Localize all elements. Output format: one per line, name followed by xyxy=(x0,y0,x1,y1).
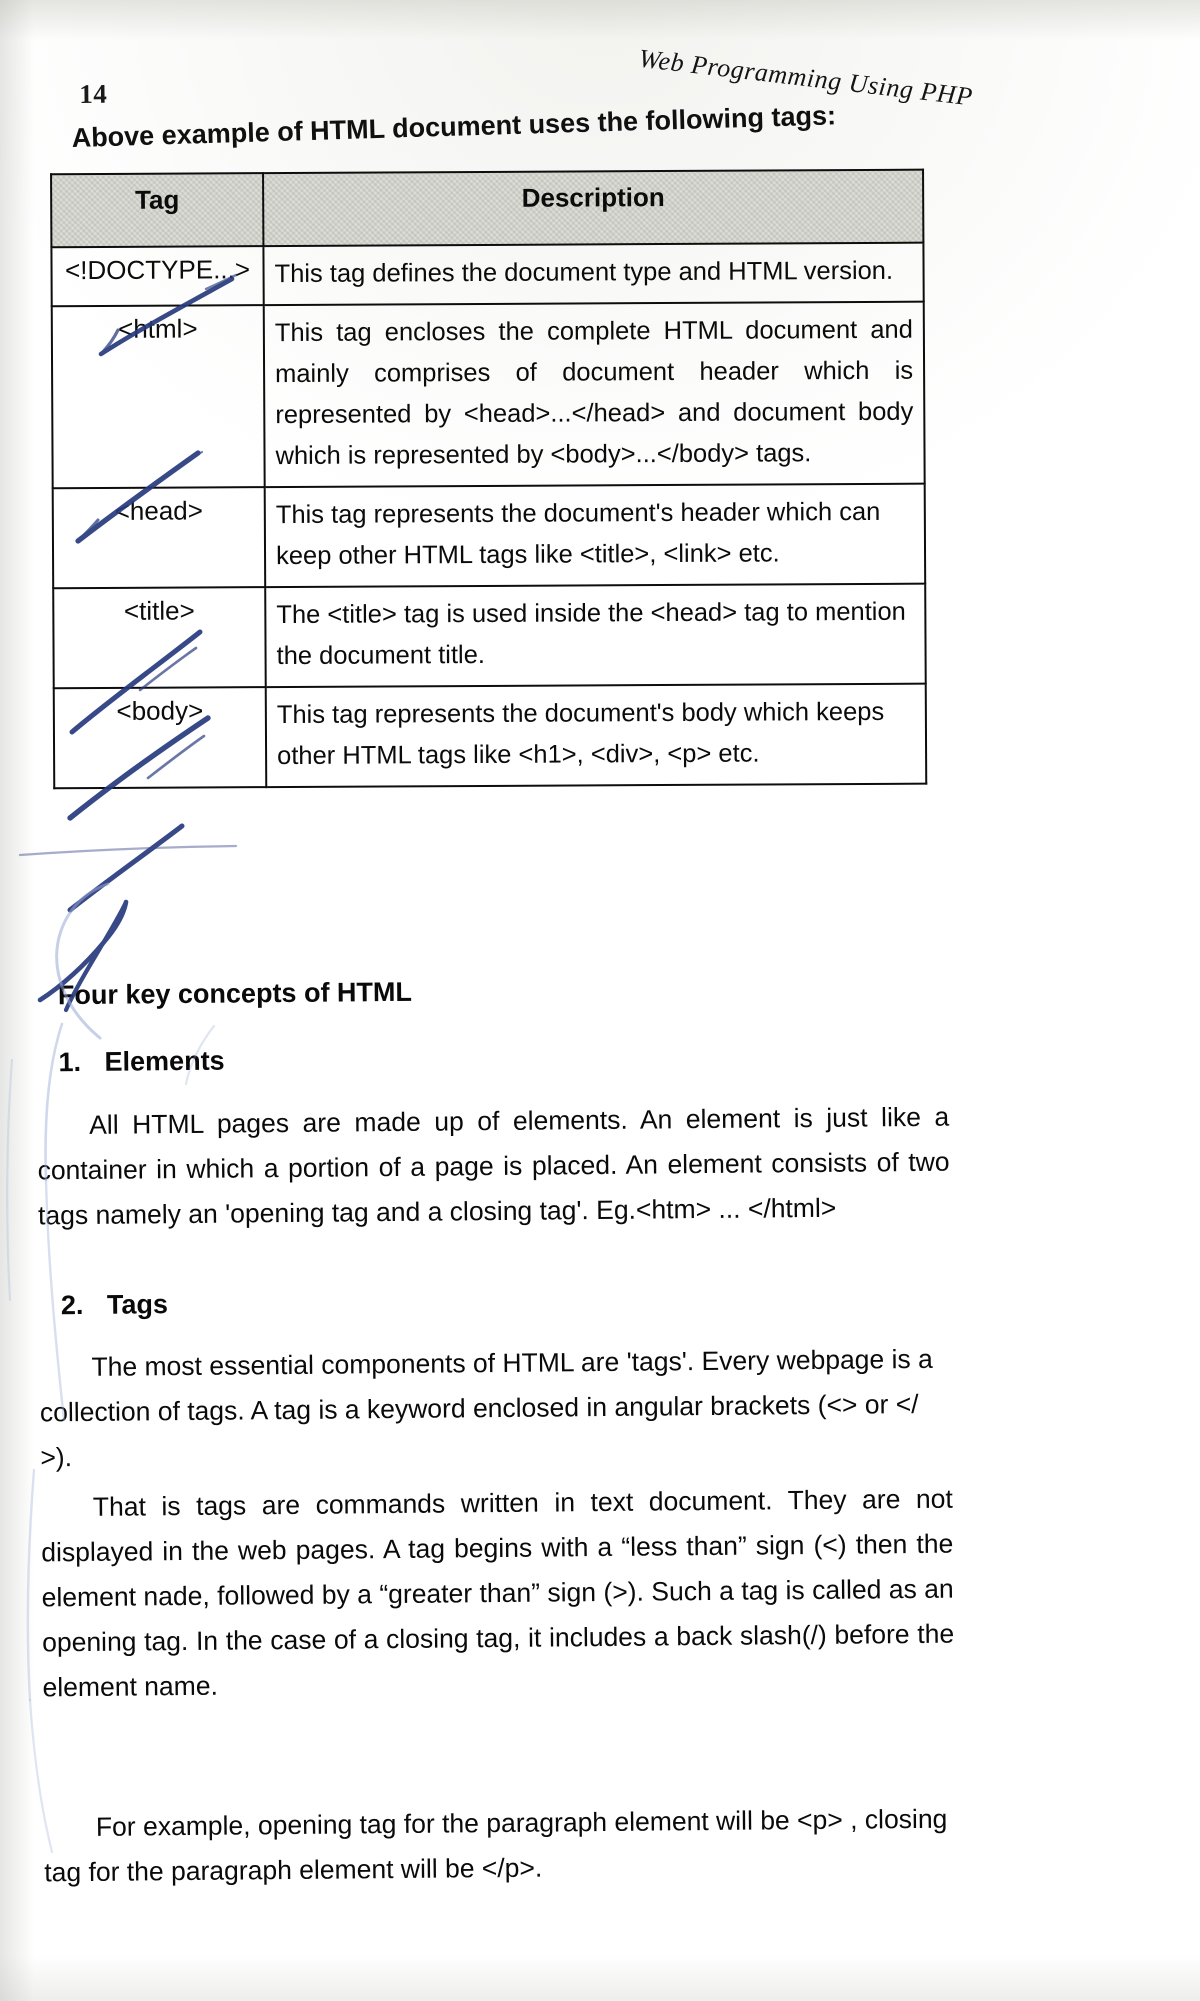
tags-table-wrapper: Tag Description <!DOCTYPE...> This tag d… xyxy=(50,169,927,790)
tag-description-cell: This tag encloses the complete HTML docu… xyxy=(263,301,925,488)
tag-name-cell: <title> xyxy=(53,587,266,689)
paragraph-elements: All HTML pages are made up of elements. … xyxy=(37,1095,950,1239)
paragraph-tags-1-wrap: The most essential components of HTML ar… xyxy=(39,1337,952,1481)
tag-description-cell: This tag defines the document type and H… xyxy=(263,242,924,306)
paragraph-tags-1: The most essential components of HTML ar… xyxy=(39,1337,952,1481)
table-row: <html> This tag encloses the complete HT… xyxy=(51,301,925,489)
tag-name-cell: <head> xyxy=(52,487,266,589)
intro-line: Above example of HTML document uses the … xyxy=(71,100,837,154)
section-heading: Four key concepts of HTML xyxy=(57,976,413,1011)
page-number: 14 xyxy=(79,78,108,109)
table-row: <body> This tag represents the document'… xyxy=(53,683,927,789)
scanned-page: 14 Web Programming Using PHP Above examp… xyxy=(0,0,1200,2001)
list-item-2: 2. Tags xyxy=(39,1282,951,1322)
column-header-tag: Tag xyxy=(51,173,264,248)
paragraph-tags-3: For example, opening tag for the paragra… xyxy=(44,1797,957,1896)
paragraph-elements-text: All HTML pages are made up of elements. … xyxy=(37,1101,950,1231)
tag-description-cell: This tag represents the document's body … xyxy=(265,683,927,788)
tags-table: Tag Description <!DOCTYPE...> This tag d… xyxy=(50,169,927,790)
column-header-description: Description xyxy=(263,169,924,247)
tag-name-cell: <html> xyxy=(51,305,265,489)
paragraph-tags-2-wrap: That is tags are commands written in tex… xyxy=(41,1477,955,1711)
table-header-row: Tag Description xyxy=(51,169,924,248)
list-title-1: Elements xyxy=(104,1045,225,1077)
table-row: <title> The <title> tag is used inside t… xyxy=(53,583,926,689)
table-row: <head> This tag represents the document'… xyxy=(52,483,926,589)
list-number-2: 2. xyxy=(60,1289,84,1321)
tag-name-cell: <!DOCTYPE...> xyxy=(51,246,264,307)
paragraph-tags-3-text: For example, opening tag for the paragra… xyxy=(44,1803,948,1888)
list-number-1: 1. xyxy=(58,1046,82,1078)
tag-name-cell: <body> xyxy=(53,687,267,789)
paragraph-tags-1-text: The most essential components of HTML ar… xyxy=(39,1343,933,1473)
paragraph-tags-2-text: That is tags are commands written in tex… xyxy=(41,1483,955,1703)
tag-description-cell: This tag represents the document's heade… xyxy=(264,483,926,588)
paragraph-tags-2: That is tags are commands written in tex… xyxy=(41,1477,955,1711)
paragraph-elements-wrap: All HTML pages are made up of elements. … xyxy=(37,1095,950,1239)
section-heading-wrap: Four key concepts of HTML xyxy=(36,972,948,1012)
list-title-2: Tags xyxy=(106,1289,169,1320)
tag-description-cell: The <title> tag is used inside the <head… xyxy=(265,583,926,688)
page-content: 14 Web Programming Using PHP Above examp… xyxy=(0,0,1200,2001)
paragraph-tags-3-wrap: For example, opening tag for the paragra… xyxy=(44,1797,957,1896)
table-row: <!DOCTYPE...> This tag defines the docum… xyxy=(51,242,924,307)
list-item-1: 1. Elements xyxy=(36,1039,948,1079)
